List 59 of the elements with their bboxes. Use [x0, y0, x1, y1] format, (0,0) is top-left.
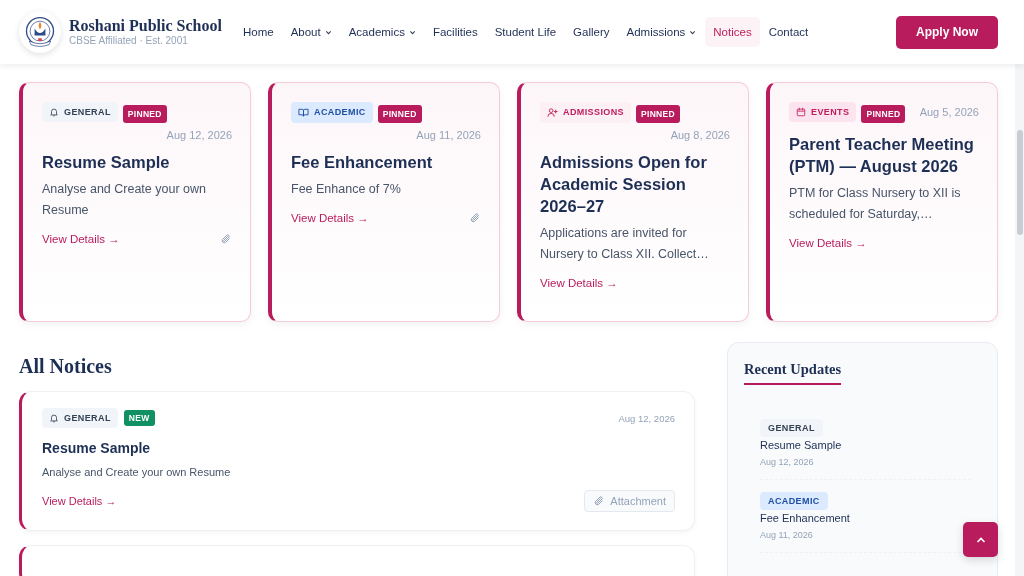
- bell-icon: [49, 107, 59, 117]
- scroll-to-top-button[interactable]: [963, 522, 998, 557]
- notice-title: Resume Sample: [42, 440, 152, 456]
- notice-title: Fee Enhancement: [291, 152, 434, 173]
- notice-title: Admissions Open for Academic Session 2026–27: [540, 152, 708, 217]
- pinned-badge: PINNED: [377, 105, 422, 123]
- nav-link[interactable]: Notices: [705, 17, 760, 47]
- apply-now-button[interactable]: Apply Now: [896, 15, 998, 49]
- sidebar-heading: Recent Updates: [744, 361, 842, 385]
- notice-date: Aug 11, 2026: [416, 129, 481, 141]
- school-name: Roshani Public School: [69, 17, 222, 35]
- user-plus-icon: [547, 106, 558, 118]
- new-badge: NEW: [123, 410, 155, 426]
- calendar-icon: [796, 107, 806, 117]
- category-tag: GENERAL: [760, 419, 823, 437]
- category-tag: ADMISSIONS: [540, 101, 631, 123]
- view-details-link[interactable]: View Details →: [42, 495, 117, 507]
- update-date: Aug 12, 2026: [760, 457, 814, 467]
- notice-date: Aug 8, 2026: [670, 129, 730, 141]
- notice-summary: Applications are invited for Nursery to Class XII. Collect…: [540, 225, 710, 263]
- notice-title: Parent Teacher Meeting (PTM) — August 2026: [789, 134, 975, 177]
- nav-link[interactable]: About: [282, 17, 340, 47]
- scrollbar[interactable]: [1015, 64, 1024, 576]
- school-tagline: CBSE Affiliated · Est. 2001: [69, 35, 189, 47]
- section-heading: All Notices: [19, 354, 113, 378]
- view-details-link[interactable]: View Details →: [42, 233, 120, 245]
- view-details-link[interactable]: View Details →: [291, 212, 369, 224]
- view-details-link[interactable]: View Details →: [789, 237, 867, 249]
- notice-date: Aug 5, 2026: [919, 106, 979, 118]
- view-details-link[interactable]: View Details →: [540, 277, 618, 289]
- nav-link[interactable]: Contact: [760, 17, 817, 47]
- category-tag: ACADEMIC: [760, 492, 828, 510]
- notice-title: Resume Sample: [42, 152, 171, 173]
- update-date: Aug 11, 2026: [760, 530, 813, 540]
- book-icon: [298, 106, 309, 118]
- category-tag: ACADEMIC: [291, 101, 373, 123]
- school-crest-icon: [19, 11, 61, 53]
- category-tag: EVENTS: [789, 102, 857, 122]
- update-title-link[interactable]: Resume Sample: [760, 439, 842, 451]
- category-tag: GENERAL: [42, 408, 118, 428]
- nav-link[interactable]: Academics: [340, 17, 424, 47]
- pinned-badge: PINNED: [861, 105, 906, 123]
- nav-link[interactable]: Admissions: [618, 17, 705, 47]
- nav-link[interactable]: Gallery: [565, 17, 618, 47]
- nav-link[interactable]: Facilities: [424, 17, 486, 47]
- update-title-link[interactable]: Fee Enhancement: [760, 512, 850, 524]
- pinned-badge: PINNED: [636, 105, 680, 123]
- notice-summary: Fee Enhance of 7%: [291, 181, 402, 198]
- pinned-badge: PINNED: [122, 105, 167, 123]
- nav-link[interactable]: Home: [234, 17, 282, 47]
- notice-summary: Analyse and Create your own Resume: [42, 181, 207, 219]
- paperclip-icon: [593, 495, 606, 507]
- notice-summary: PTM for Class Nursery to XII is scheduled for Saturday,…: [789, 185, 962, 223]
- bell-icon: [49, 413, 59, 423]
- notice-date: Aug 12, 2026: [618, 412, 675, 424]
- nav-link[interactable]: Student Life: [486, 17, 565, 47]
- notice-date: Aug 12, 2026: [166, 129, 232, 141]
- category-tag: GENERAL: [42, 102, 118, 122]
- notice-summary: Analyse and Create your own Resume: [42, 466, 232, 478]
